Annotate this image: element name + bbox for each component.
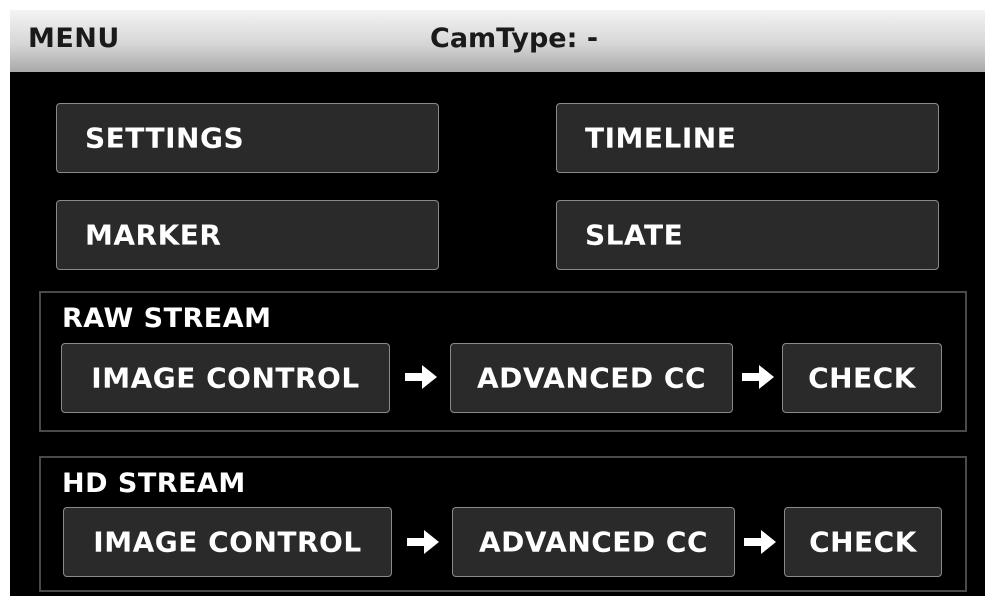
right-arrow-icon — [407, 530, 439, 554]
hd-stream-label: HD STREAM — [62, 468, 246, 499]
raw-advanced-cc-label: ADVANCED CC — [476, 361, 707, 395]
hd-advanced-cc-label: ADVANCED CC — [478, 525, 709, 559]
raw-image-control-button[interactable]: IMAGE CONTROL — [61, 343, 390, 413]
slate-button[interactable]: SLATE — [556, 200, 939, 270]
settings-button-label: SETTINGS — [85, 121, 245, 155]
raw-stream-label: RAW STREAM — [62, 303, 272, 334]
hd-image-control-label: IMAGE CONTROL — [93, 525, 362, 559]
raw-image-control-label: IMAGE CONTROL — [91, 361, 360, 395]
marker-button-label: MARKER — [85, 218, 222, 252]
hd-advanced-cc-button[interactable]: ADVANCED CC — [452, 507, 735, 577]
hd-image-control-button[interactable]: IMAGE CONTROL — [63, 507, 392, 577]
slate-button-label: SLATE — [585, 218, 684, 252]
right-arrow-icon — [742, 365, 774, 389]
settings-button[interactable]: SETTINGS — [56, 103, 439, 173]
header-bar: MENU CamType: - — [10, 10, 985, 72]
timeline-button[interactable]: TIMELINE — [556, 103, 939, 173]
camera-menu-screen: MENU CamType: - SETTINGS TIMELINE MARKER… — [10, 10, 985, 596]
raw-check-label: CHECK — [808, 361, 916, 395]
marker-button[interactable]: MARKER — [56, 200, 439, 270]
timeline-button-label: TIMELINE — [585, 121, 737, 155]
hd-check-button[interactable]: CHECK — [784, 507, 942, 577]
raw-check-button[interactable]: CHECK — [782, 343, 942, 413]
right-arrow-icon — [405, 365, 437, 389]
raw-advanced-cc-button[interactable]: ADVANCED CC — [450, 343, 733, 413]
right-arrow-icon — [744, 530, 776, 554]
cam-type-label: CamType: - — [430, 23, 599, 54]
menu-title: MENU — [28, 23, 120, 54]
hd-check-label: CHECK — [809, 525, 917, 559]
